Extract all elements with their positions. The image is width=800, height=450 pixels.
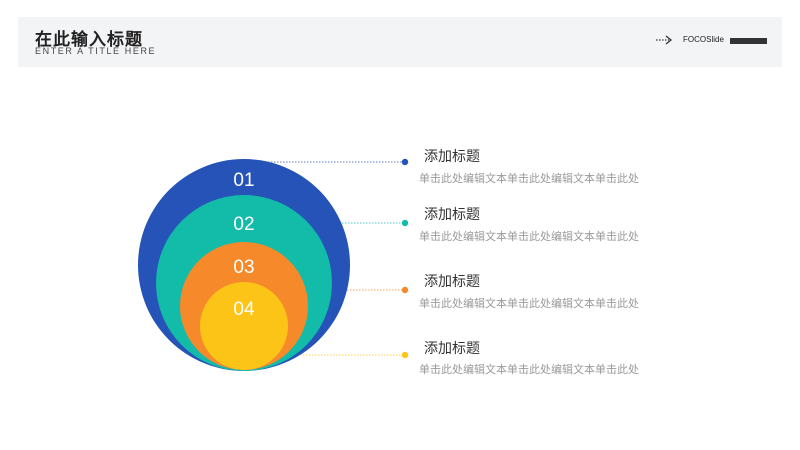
bullet-dot-1 xyxy=(401,158,409,166)
circle-04 xyxy=(200,282,288,370)
bullet-dot-4 xyxy=(401,351,409,359)
nested-circle-diagram: 01 02 03 04 xyxy=(138,158,409,371)
item-desc-3: 单击此处编辑文本单击此处编辑文本单击此处 xyxy=(419,297,639,310)
bullet-dot-2 xyxy=(401,219,409,227)
item-desc-2: 单击此处编辑文本单击此处编辑文本单击此处 xyxy=(419,230,639,243)
circle-label-03: 03 xyxy=(233,257,254,278)
circle-label-02: 02 xyxy=(233,214,254,235)
item-title-2: 添加标题 xyxy=(424,207,480,223)
bullet-dot-3 xyxy=(401,286,409,294)
item-title-1: 添加标题 xyxy=(424,149,480,165)
item-title-3: 添加标题 xyxy=(424,274,480,290)
item-title-4: 添加标题 xyxy=(424,341,480,357)
circle-label-04: 04 xyxy=(233,299,255,320)
item-desc-1: 单击此处编辑文本单击此处编辑文本单击此处 xyxy=(419,172,639,185)
circle-label-01: 01 xyxy=(233,170,254,191)
item-desc-4: 单击此处编辑文本单击此处编辑文本单击此处 xyxy=(419,363,639,376)
